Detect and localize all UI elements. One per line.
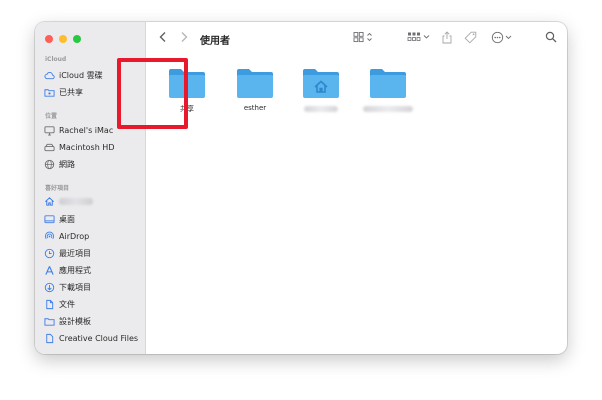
view-mode-button[interactable] [353, 31, 375, 43]
sidebar-item-label: iCloud 雲碟 [59, 70, 103, 80]
sidebar-section-favorites: 喜好項目 [45, 185, 70, 192]
close-button[interactable] [45, 35, 53, 43]
folder-icon [44, 316, 55, 327]
sidebar-item-label: 網路 [59, 159, 75, 169]
folder-item-home[interactable] [292, 66, 350, 112]
search-button[interactable] [545, 31, 557, 43]
more-actions-button[interactable] [491, 31, 515, 44]
share-icon [442, 31, 452, 44]
redacted-folder-label [363, 106, 413, 112]
sidebar-item-applications[interactable]: 應用程式 [44, 263, 142, 277]
toolbar: 使用者 [146, 22, 567, 56]
sidebar-item-label: 應用程式 [59, 265, 91, 275]
sidebar-item-label: 設計模板 [59, 316, 91, 326]
share-button[interactable] [441, 31, 453, 44]
document-icon [44, 299, 55, 310]
finder-window: iCloud iCloud 雲碟 已共享 位置 Rachel's iMac Ma… [35, 22, 567, 354]
sidebar-item-macintosh-hd[interactable]: Macintosh HD [44, 140, 142, 154]
download-icon [44, 282, 55, 293]
window-title: 使用者 [200, 36, 230, 47]
creative-cloud-file-icon [44, 333, 55, 344]
forward-button[interactable] [179, 31, 189, 43]
ellipsis-circle-icon [491, 31, 512, 44]
sidebar-item-label: 文件 [59, 299, 75, 309]
sidebar-item-design-templates[interactable]: 設計模板 [44, 314, 142, 328]
redacted-folder-label [304, 106, 338, 112]
sidebar-section-icloud: iCloud [45, 56, 67, 63]
home-folder-icon [303, 69, 339, 98]
chevron-left-icon [159, 32, 166, 42]
search-icon [545, 31, 557, 43]
hard-drive-icon [44, 142, 55, 153]
sidebar-item-documents[interactable]: 文件 [44, 297, 142, 311]
sidebar-item-creative-cloud[interactable]: Creative Cloud Files [44, 331, 142, 345]
sidebar-item-label: 最近項目 [59, 248, 91, 258]
sidebar-item-recents[interactable]: 最近項目 [44, 246, 142, 260]
minimize-button[interactable] [59, 35, 67, 43]
folder-icon [370, 69, 406, 98]
tag-button[interactable] [464, 31, 477, 44]
group-icon [407, 32, 430, 41]
sidebar-item-label: Creative Cloud Files [59, 333, 139, 343]
home-icon [44, 196, 55, 207]
file-browser-content: 共享 esther [146, 56, 567, 354]
clock-icon [44, 248, 55, 259]
shared-folder-icon [44, 87, 55, 98]
redacted-username [59, 197, 93, 205]
sidebar-item-downloads[interactable]: 下載項目 [44, 280, 142, 294]
folder-item-redacted[interactable] [359, 66, 417, 112]
traffic-lights [45, 35, 81, 43]
folder-item-esther[interactable]: esther [226, 66, 284, 113]
zoom-button[interactable] [73, 35, 81, 43]
group-button[interactable] [407, 31, 431, 43]
icon-view-icon [353, 32, 372, 43]
chevron-right-icon [181, 32, 188, 42]
sidebar-section-locations: 位置 [45, 113, 58, 120]
folder-label: esther [243, 104, 267, 112]
network-icon [44, 159, 55, 170]
sidebar-item-desktop[interactable]: 桌面 [44, 212, 142, 226]
tag-icon [464, 31, 477, 44]
sidebar-item-airdrop[interactable]: AirDrop [44, 229, 142, 243]
sidebar-item-label: 已共享 [59, 87, 83, 97]
applications-icon [44, 265, 55, 276]
back-button[interactable] [158, 31, 168, 43]
sidebar-item-label: Macintosh HD [59, 142, 115, 152]
sidebar-item-label: 下載項目 [59, 282, 91, 292]
cloud-icon [44, 70, 55, 81]
sidebar-item-home[interactable] [44, 194, 142, 208]
imac-icon [44, 125, 55, 136]
desktop-icon [44, 214, 55, 225]
folder-icon [237, 69, 273, 98]
sidebar-item-label: Rachel's iMac [59, 125, 114, 135]
sidebar-item-network[interactable]: 網路 [44, 157, 142, 171]
airdrop-icon [44, 231, 55, 242]
sidebar-item-label: AirDrop [59, 231, 90, 241]
annotation-highlight-box [117, 58, 188, 129]
sidebar-item-label: 桌面 [59, 214, 75, 224]
